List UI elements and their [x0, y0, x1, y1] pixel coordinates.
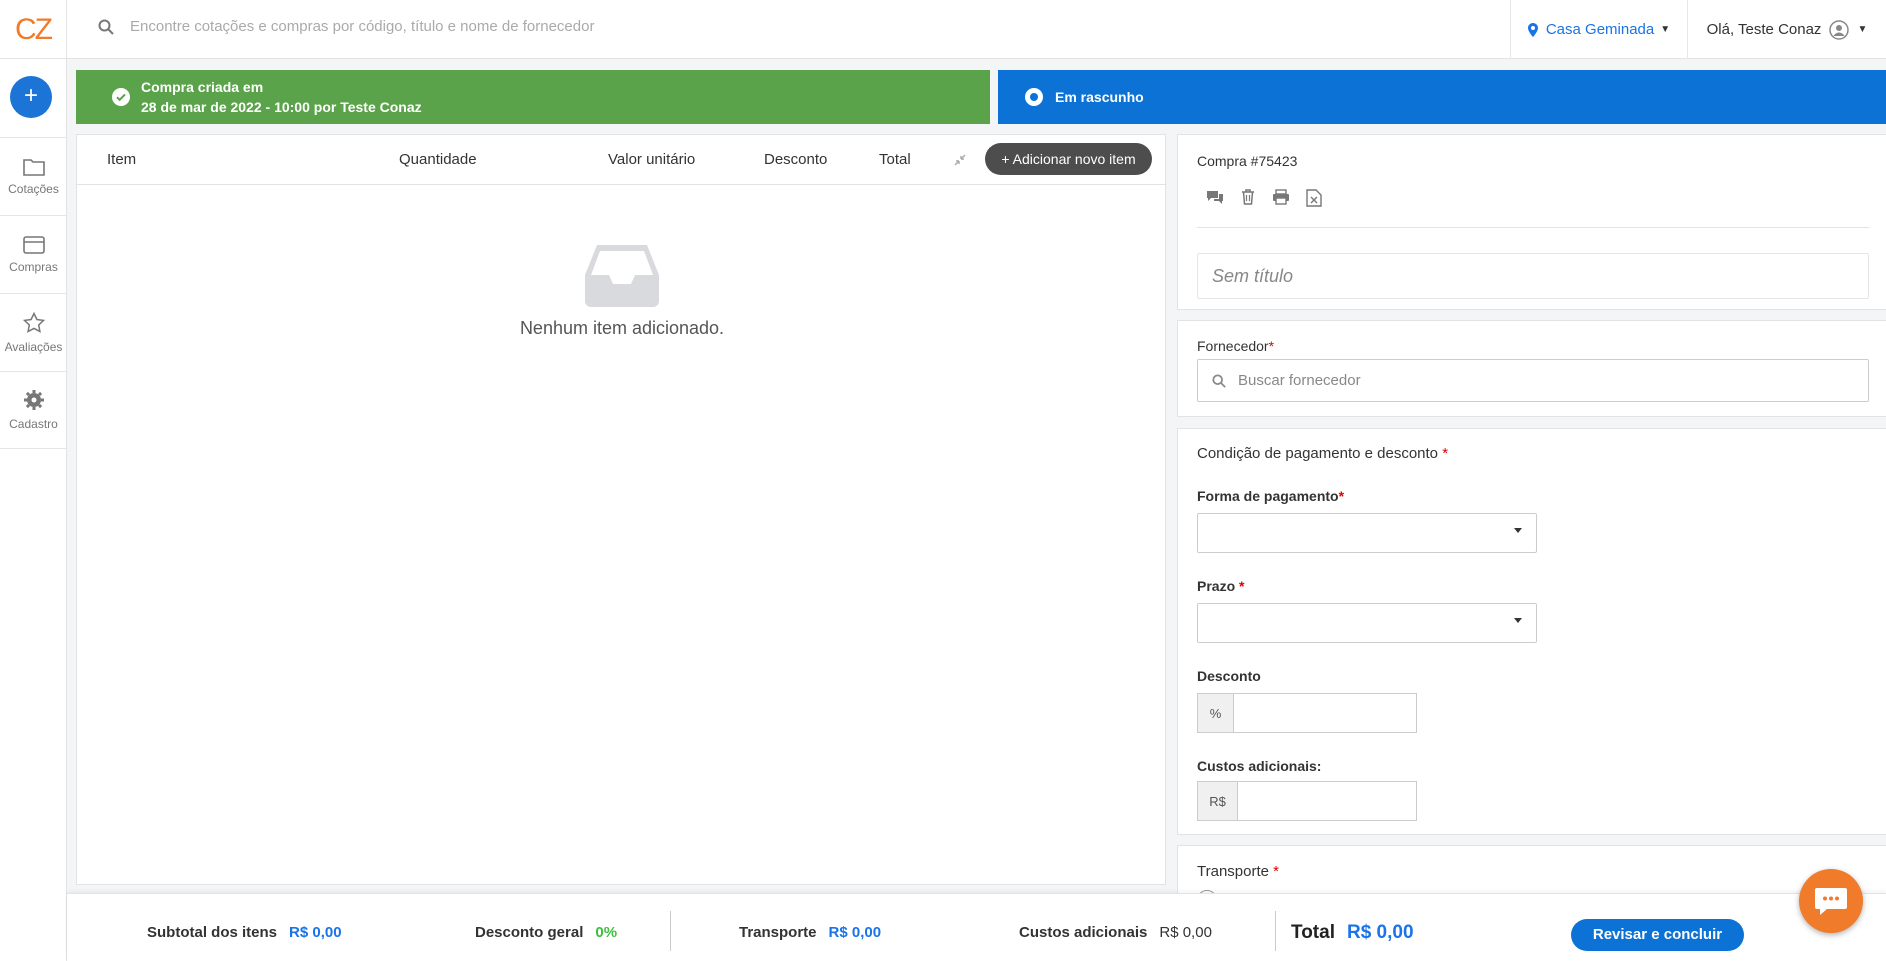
column-discount: Desconto [764, 151, 828, 168]
sidebar-item-label: Cadastro [9, 417, 58, 431]
payment-method-label: Forma de pagamento* [1197, 488, 1345, 504]
column-quantity: Quantidade [399, 151, 477, 168]
card-icon [22, 235, 45, 254]
discount-field: % [1197, 693, 1417, 733]
location-name: Casa Geminada [1545, 21, 1655, 38]
print-icon[interactable] [1272, 189, 1290, 205]
folder-icon [22, 158, 45, 176]
collapse-icon[interactable] [953, 153, 967, 167]
check-circle-icon [112, 88, 130, 106]
logo-text: CZ [15, 12, 53, 46]
inbox-icon [585, 245, 659, 307]
empty-message: Nenhum item adicionado. [519, 318, 725, 338]
supplier-search-input[interactable]: Buscar fornecedor [1197, 359, 1869, 402]
additional-costs-field: R$ [1197, 781, 1417, 821]
transport-label: Transporte * [1197, 863, 1279, 880]
discount-input[interactable] [1233, 693, 1417, 733]
supplier-placeholder: Buscar fornecedor [1238, 372, 1361, 389]
additional-costs-total: Custos adicionais R$ 0,00 [1019, 924, 1212, 941]
purchase-header-card: Compra #75423 Sem título [1177, 134, 1886, 310]
column-item: Item [107, 151, 137, 168]
user-greeting: Olá, Teste Conaz [1706, 21, 1822, 38]
sidebar-item-cadastro[interactable]: Cadastro [0, 371, 67, 449]
empty-state: Nenhum item adicionado. [77, 245, 1167, 339]
add-item-button[interactable]: + Adicionar novo item [985, 143, 1152, 175]
supplier-label: Fornecedor* [1197, 338, 1275, 354]
additional-costs-input[interactable] [1237, 781, 1417, 821]
additional-costs-label: Custos adicionais: [1197, 758, 1322, 774]
sidebar-item-label: Cotações [8, 181, 59, 196]
status-created-label: Compra criada em [141, 79, 264, 95]
caret-down-icon [1514, 618, 1522, 623]
search-icon [1212, 373, 1226, 388]
status-current-label: Em rascunho [1055, 89, 1144, 105]
payment-method-select[interactable] [1197, 513, 1537, 553]
status-created-date: 28 de mar de 2022 - 10:00 por Teste Cona… [141, 99, 422, 115]
supplier-card: Fornecedor* Buscar fornecedor [1177, 320, 1886, 417]
trash-icon[interactable] [1240, 189, 1256, 205]
review-and-finish-button[interactable]: Revisar e concluir [1571, 919, 1744, 951]
divider [1197, 227, 1869, 228]
sidebar-item-compras[interactable]: Compras [0, 215, 67, 293]
chat-bubble-icon [1815, 888, 1847, 915]
global-search[interactable]: Encontre cotações e compras por código, … [98, 18, 594, 35]
grand-total: Total R$ 0,00 [1291, 922, 1414, 943]
star-icon [22, 311, 45, 333]
status-current: Em rascunho [998, 70, 1886, 124]
subtotal: Subtotal dos itens R$ 0,00 [147, 924, 342, 941]
summary-bar: Subtotal dos itens R$ 0,00 Desconto geral… [67, 893, 1886, 961]
purchase-actions [1206, 189, 1322, 207]
radio-current-icon [1025, 88, 1043, 106]
user-menu[interactable]: Olá, Teste Conaz ▼ [1688, 0, 1886, 59]
percent-prefix: % [1197, 693, 1233, 733]
caret-down-icon: ▼ [1857, 24, 1868, 35]
divider [670, 911, 671, 951]
status-created: Compra criada em 28 de mar de 2022 - 10:… [76, 70, 990, 124]
map-pin-icon [1527, 22, 1538, 37]
discount-label: Desconto [1197, 668, 1261, 684]
sidebar: + Cotações Compras Avaliações Cadastro [0, 59, 67, 961]
currency-prefix: R$ [1197, 781, 1237, 821]
term-label: Prazo * [1197, 578, 1245, 594]
create-new-button[interactable]: + [10, 76, 52, 118]
payment-card: Condição de pagamento e desconto * Forma… [1177, 428, 1886, 835]
term-select[interactable] [1197, 603, 1537, 643]
caret-down-icon: ▼ [1660, 24, 1671, 35]
top-bar: CZ Encontre cotações e compras por códig… [0, 0, 1886, 59]
search-input[interactable]: Encontre cotações e compras por código, … [130, 18, 594, 35]
conaz-logo[interactable]: CZ [0, 0, 67, 59]
sidebar-item-cotacoes[interactable]: Cotações [0, 137, 67, 215]
chat-widget-button[interactable] [1799, 869, 1863, 933]
items-table-header: Item Quantidade Valor unitário Desconto … [77, 135, 1165, 185]
excel-export-icon[interactable] [1306, 189, 1322, 207]
divider [1275, 911, 1276, 951]
user-avatar-icon [1829, 19, 1850, 40]
location-selector[interactable]: Casa Geminada ▼ [1510, 0, 1688, 59]
items-table: Item Quantidade Valor unitário Desconto … [76, 134, 1166, 885]
transport-total: Transporte R$ 0,00 [739, 924, 882, 941]
sidebar-item-label: Compras [9, 259, 58, 274]
caret-down-icon [1514, 528, 1522, 533]
sidebar-item-label: Avaliações [4, 339, 63, 354]
purchase-title-input[interactable]: Sem título [1197, 253, 1869, 299]
purchase-number: Compra #75423 [1197, 153, 1298, 169]
payment-section-title: Condição de pagamento e desconto * [1197, 445, 1449, 462]
comments-icon[interactable] [1206, 189, 1224, 205]
gear-icon [23, 390, 44, 410]
sidebar-item-avaliacoes[interactable]: Avaliações [0, 293, 67, 371]
column-total: Total [879, 151, 911, 168]
general-discount: Desconto geral 0% [475, 924, 618, 941]
search-icon [98, 19, 114, 35]
column-unit-price: Valor unitário [608, 151, 696, 168]
